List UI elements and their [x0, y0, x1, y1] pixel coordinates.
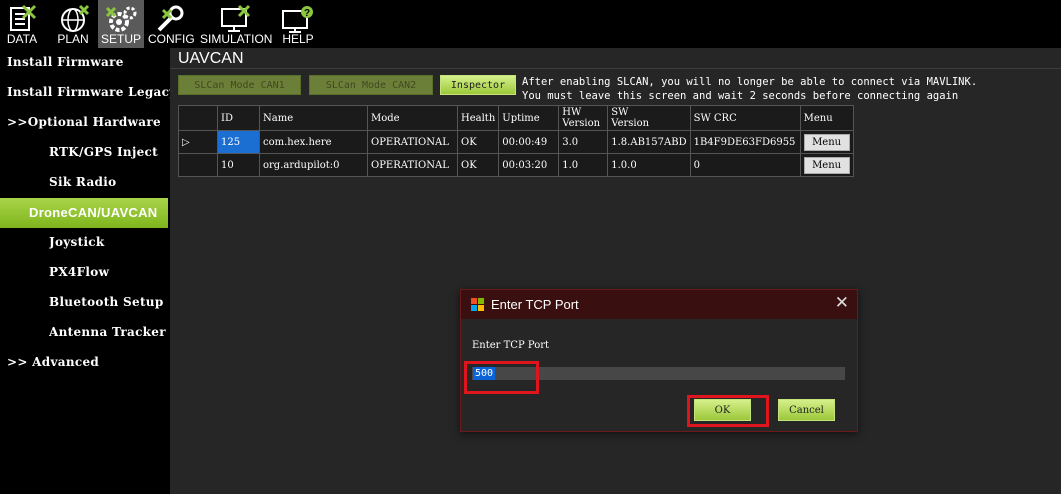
dialog-prompt-label: Enter TCP Port	[472, 340, 550, 351]
table-header-row: ID Name Mode Health Uptime HW Version SW V…	[178, 105, 854, 131]
sidebar-item-joystick[interactable]: Joystick	[49, 230, 170, 254]
cell-name[interactable]: org.ardupilot:0	[259, 153, 368, 177]
header-sw-line1: SW	[611, 107, 629, 118]
cell-hw-version[interactable]: 3.0	[558, 130, 609, 154]
sidebar-item-antenna-tracker[interactable]: Antenna Tracker	[49, 320, 170, 344]
cancel-button[interactable]: Cancel	[778, 399, 835, 421]
toolbar-setup-button[interactable]: SETUP	[98, 0, 144, 48]
header-sw-version[interactable]: SW Version	[607, 105, 691, 131]
toolbar-data-button[interactable]: DATA	[0, 0, 44, 48]
slcan-warning-note: After enabling SLCAN, you will no longer…	[522, 75, 977, 103]
wrench-icon	[157, 5, 184, 32]
table-row[interactable]: ▷ 125 com.hex.here OPERATIONAL OK 00:00:…	[178, 130, 854, 154]
toolbar-simulation-button[interactable]: SIMULATION	[200, 0, 273, 48]
tcp-port-dialog: Enter TCP Port ✕ Enter TCP Port 500 OK C…	[460, 289, 858, 432]
row-marker	[178, 153, 218, 177]
header-health[interactable]: Health	[456, 105, 500, 131]
toolbar-plan-button[interactable]: PLAN	[51, 0, 95, 48]
row-marker: ▷	[178, 130, 218, 154]
cell-mode[interactable]: OPERATIONAL	[367, 153, 458, 177]
cell-health[interactable]: OK	[456, 130, 500, 154]
header-name[interactable]: Name	[259, 105, 368, 131]
header-hw-line1: HW	[562, 107, 582, 118]
close-icon[interactable]: ✕	[835, 293, 849, 313]
cell-sw-crc[interactable]: 0	[689, 153, 801, 177]
toolbar-help-label: HELP	[282, 32, 314, 46]
svg-text:?: ?	[304, 8, 310, 19]
header-sw-crc[interactable]: SW CRC	[689, 105, 801, 131]
cell-sw-version[interactable]: 1.0.0	[607, 153, 691, 177]
sidebar: Install Firmware Install Firmware Legacy…	[0, 48, 170, 494]
dialog-title: Enter TCP Port	[491, 297, 579, 312]
header-sw-line2: Version	[611, 118, 650, 129]
header-hw-version[interactable]: HW Version	[558, 105, 609, 131]
app-icon	[471, 298, 484, 311]
slcan-can1-button[interactable]: SLCan Mode CAN1	[178, 75, 301, 95]
title-divider	[170, 68, 1061, 69]
row-menu-button[interactable]: Menu	[803, 156, 850, 174]
toolbar-plan-label: PLAN	[57, 32, 89, 46]
header-menu[interactable]: Menu	[799, 105, 854, 131]
cell-hw-version[interactable]: 1.0	[558, 153, 609, 177]
sidebar-item-bluetooth-setup[interactable]: Bluetooth Setup	[49, 290, 170, 314]
slcan-can2-button[interactable]: SLCan Mode CAN2	[309, 75, 433, 95]
sidebar-item-install-firmware[interactable]: Install Firmware	[7, 50, 170, 74]
sidebar-item-rtk-gps-inject[interactable]: RTK/GPS Inject	[49, 140, 170, 164]
cell-id[interactable]: 125	[217, 130, 260, 154]
cell-uptime[interactable]: 00:03:20	[498, 153, 560, 177]
cell-uptime[interactable]: 00:00:49	[498, 130, 560, 154]
monitor-icon	[221, 4, 251, 32]
toolbar-config-label: CONFIG	[148, 32, 195, 46]
ok-highlight-box	[687, 395, 769, 427]
header-id[interactable]: ID	[217, 105, 260, 131]
cell-name[interactable]: com.hex.here	[259, 130, 368, 154]
cell-menu: Menu	[799, 130, 854, 154]
node-table: ID Name Mode Health Uptime HW Version SW V…	[178, 105, 854, 177]
sidebar-item-dronecan-uavcan[interactable]: DroneCAN/UAVCAN	[0, 198, 168, 228]
slcan-warning-line2: You must leave this screen and wait 2 se…	[522, 90, 959, 102]
cell-mode[interactable]: OPERATIONAL	[367, 130, 458, 154]
header-hw-line2: Version	[562, 118, 601, 129]
header-marker	[178, 105, 218, 131]
cell-menu: Menu	[799, 153, 854, 177]
gears-icon	[105, 6, 137, 32]
sidebar-item-sik-radio[interactable]: Sik Radio	[49, 170, 170, 194]
input-highlight-box	[464, 361, 539, 394]
inspector-button[interactable]: Inspector	[440, 75, 516, 95]
toolbar-setup-label: SETUP	[100, 32, 141, 46]
top-toolbar: DATA PLAN SETUP CONFIG SIMULATION ? HELP	[0, 0, 1061, 48]
toolbar-simulation-label: SIMULATION	[200, 32, 273, 46]
toolbar-data-label: DATA	[6, 32, 38, 46]
sidebar-item-optional-hardware[interactable]: >>Optional Hardware	[7, 110, 170, 134]
header-mode[interactable]: Mode	[367, 105, 458, 131]
row-menu-button[interactable]: Menu	[803, 133, 850, 151]
help-monitor-icon: ?	[282, 6, 313, 33]
cell-id[interactable]: 10	[217, 153, 260, 177]
toolbar-help-button[interactable]: ? HELP	[276, 0, 320, 48]
toolbar-config-button[interactable]: CONFIG	[148, 0, 195, 48]
cell-health[interactable]: OK	[456, 153, 500, 177]
sidebar-item-advanced[interactable]: >> Advanced	[7, 350, 170, 374]
cell-sw-crc[interactable]: 1B4F9DE63FD6955	[689, 130, 801, 154]
page-title: UAVCAN	[178, 50, 244, 67]
sidebar-item-install-firmware-legacy[interactable]: Install Firmware Legacy	[7, 80, 170, 104]
dialog-titlebar[interactable]: Enter TCP Port ✕	[461, 290, 857, 319]
cell-sw-version[interactable]: 1.8.AB157ABD	[607, 130, 691, 154]
data-icon	[10, 4, 37, 31]
header-uptime[interactable]: Uptime	[498, 105, 560, 131]
slcan-warning-line1: After enabling SLCAN, you will no longer…	[522, 76, 978, 88]
sidebar-item-px4flow[interactable]: PX4Flow	[49, 260, 170, 284]
globe-icon	[61, 4, 90, 32]
table-row[interactable]: 10 org.ardupilot:0 OPERATIONAL OK 00:03:…	[178, 153, 854, 177]
